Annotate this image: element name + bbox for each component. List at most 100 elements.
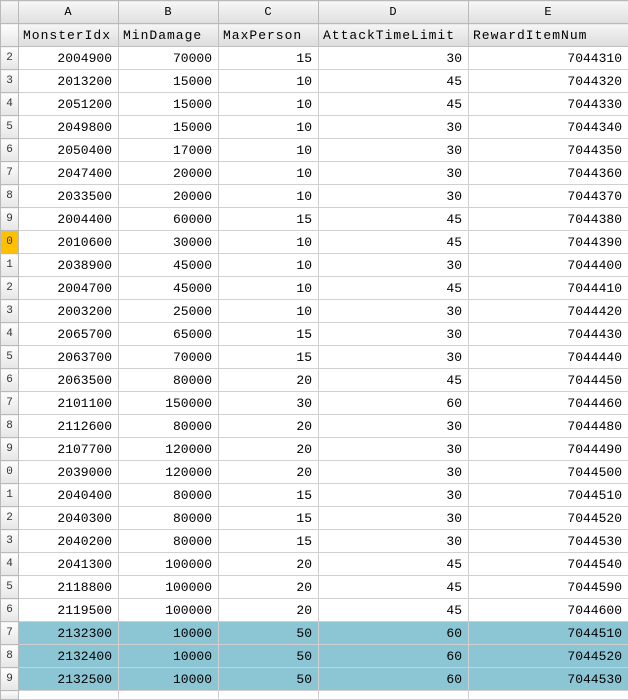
row-header[interactable]: 7 [1,162,19,185]
cell[interactable]: 100000 [119,553,219,576]
row-header[interactable]: 9 [1,438,19,461]
cell[interactable] [219,691,319,700]
cell[interactable]: 2118800 [19,576,119,599]
field-header-A[interactable]: MonsterIdx [19,24,119,47]
cell[interactable]: 10 [219,254,319,277]
cell[interactable]: 7044520 [469,645,628,668]
cell[interactable]: 45 [319,369,469,392]
cell[interactable]: 50 [219,668,319,691]
cell[interactable]: 30 [219,392,319,415]
cell[interactable]: 150000 [119,392,219,415]
cell[interactable]: 80000 [119,415,219,438]
cell[interactable]: 7044510 [469,622,628,645]
cell[interactable]: 65000 [119,323,219,346]
cell[interactable]: 60000 [119,208,219,231]
row-header[interactable]: 6 [1,369,19,392]
row-header[interactable]: 6 [1,139,19,162]
cell[interactable]: 2063500 [19,369,119,392]
cell[interactable]: 2132500 [19,668,119,691]
cell[interactable]: 20 [219,553,319,576]
cell[interactable]: 2033500 [19,185,119,208]
row-header[interactable] [1,691,19,700]
cell[interactable]: 2004900 [19,47,119,70]
cell[interactable]: 10 [219,162,319,185]
cell[interactable]: 30 [319,162,469,185]
column-header[interactable]: A [19,1,119,24]
cell[interactable]: 30 [319,139,469,162]
cell[interactable]: 10 [219,93,319,116]
row-header[interactable]: 3 [1,300,19,323]
cell[interactable]: 45 [319,70,469,93]
cell[interactable]: 2049800 [19,116,119,139]
cell[interactable]: 10 [219,231,319,254]
cell[interactable]: 30 [319,300,469,323]
cell[interactable]: 2047400 [19,162,119,185]
cell[interactable]: 2112600 [19,415,119,438]
cell[interactable]: 20 [219,415,319,438]
spreadsheet-grid[interactable]: ABCDEMonsterIdxMinDamageMaxPersonAttackT… [0,0,628,700]
cell[interactable]: 50 [219,622,319,645]
row-header[interactable]: 2 [1,277,19,300]
cell[interactable]: 10000 [119,668,219,691]
row-header[interactable]: 0 [1,231,19,254]
cell[interactable]: 30 [319,507,469,530]
corner-cell[interactable] [1,1,19,24]
cell[interactable]: 120000 [119,438,219,461]
cell[interactable]: 2132300 [19,622,119,645]
cell[interactable]: 30 [319,346,469,369]
row-header[interactable]: 9 [1,208,19,231]
row-header[interactable]: 7 [1,622,19,645]
cell[interactable]: 20 [219,438,319,461]
cell[interactable]: 2050400 [19,139,119,162]
cell[interactable]: 45 [319,599,469,622]
cell[interactable]: 20000 [119,185,219,208]
row-header[interactable] [1,24,19,47]
cell[interactable]: 30 [319,47,469,70]
cell[interactable]: 30 [319,116,469,139]
cell[interactable]: 2040200 [19,530,119,553]
cell[interactable]: 7044380 [469,208,628,231]
cell[interactable]: 45 [319,576,469,599]
cell[interactable]: 7044320 [469,70,628,93]
cell[interactable]: 7044460 [469,392,628,415]
column-header[interactable]: B [119,1,219,24]
row-header[interactable]: 0 [1,461,19,484]
cell[interactable]: 80000 [119,530,219,553]
cell[interactable]: 45 [319,231,469,254]
cell[interactable]: 2040300 [19,507,119,530]
cell[interactable]: 15000 [119,93,219,116]
cell[interactable]: 7044530 [469,668,628,691]
cell[interactable]: 10 [219,185,319,208]
row-header[interactable]: 1 [1,484,19,507]
row-header[interactable]: 2 [1,47,19,70]
cell[interactable]: 7044390 [469,231,628,254]
cell[interactable] [319,691,469,700]
cell[interactable]: 20 [219,369,319,392]
cell[interactable]: 7044420 [469,300,628,323]
cell[interactable]: 20 [219,599,319,622]
cell[interactable]: 2065700 [19,323,119,346]
cell[interactable]: 30 [319,484,469,507]
cell[interactable]: 2038900 [19,254,119,277]
cell[interactable]: 50 [219,645,319,668]
cell[interactable]: 15 [219,208,319,231]
cell[interactable]: 7044400 [469,254,628,277]
cell[interactable]: 10 [219,300,319,323]
cell[interactable]: 17000 [119,139,219,162]
row-header[interactable]: 1 [1,254,19,277]
cell[interactable]: 60 [319,668,469,691]
cell[interactable]: 30000 [119,231,219,254]
cell[interactable]: 2101100 [19,392,119,415]
cell[interactable]: 15 [219,507,319,530]
cell[interactable]: 70000 [119,47,219,70]
field-header-D[interactable]: AttackTimeLimit [319,24,469,47]
cell[interactable]: 30 [319,530,469,553]
row-header[interactable]: 8 [1,645,19,668]
cell[interactable]: 60 [319,392,469,415]
cell[interactable]: 7044600 [469,599,628,622]
row-header[interactable]: 3 [1,530,19,553]
cell[interactable]: 7044430 [469,323,628,346]
cell[interactable]: 2003200 [19,300,119,323]
cell[interactable]: 7044340 [469,116,628,139]
cell[interactable]: 30 [319,323,469,346]
